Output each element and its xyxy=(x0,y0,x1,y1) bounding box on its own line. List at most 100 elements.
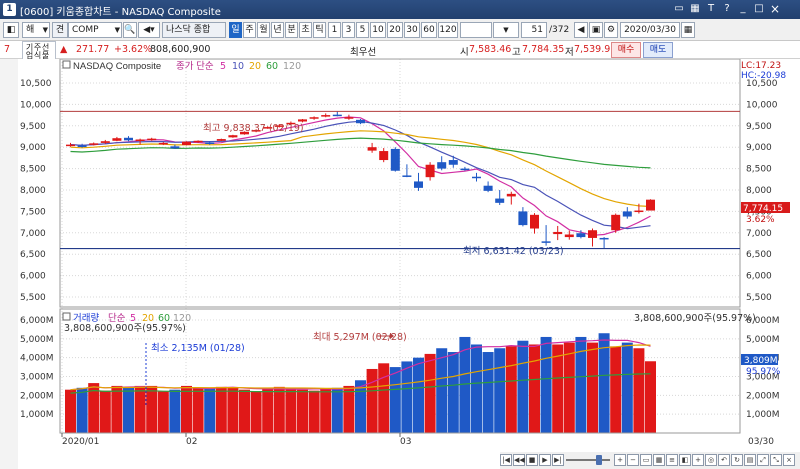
volume-bar xyxy=(540,336,552,433)
last-price-pct: 3.62% xyxy=(746,215,775,225)
interval-30[interactable]: 30 xyxy=(404,22,420,38)
print-icon[interactable]: ▤ xyxy=(744,454,756,466)
custom-interval-input[interactable] xyxy=(460,22,492,38)
interval-3[interactable]: 3 xyxy=(342,22,355,38)
tab-period-day[interactable]: 일 xyxy=(229,22,242,38)
window-grid-icon[interactable]: ▦ xyxy=(688,2,702,16)
date-input[interactable]: 2020/03/30 xyxy=(620,22,680,38)
volume-bar xyxy=(181,385,192,433)
help-icon[interactable]: ? xyxy=(720,2,734,16)
interval-5[interactable]: 5 xyxy=(356,22,369,38)
list-icon[interactable]: ≡ xyxy=(666,454,678,466)
refresh-icon[interactable]: ↻ xyxy=(731,454,743,466)
expand-icon[interactable]: ⤢ xyxy=(757,454,769,466)
undo-icon[interactable]: ↶ xyxy=(718,454,730,466)
volume-bar xyxy=(471,344,482,433)
interval-120[interactable]: 120 xyxy=(438,22,458,38)
tab-period-week[interactable]: 주 xyxy=(243,22,256,38)
candle-body xyxy=(518,211,528,226)
candle-body xyxy=(100,141,110,143)
search-icon[interactable]: 🔍 xyxy=(123,22,137,38)
scroll-left-icon[interactable]: ◀ xyxy=(574,22,588,38)
scroll-forward-icon[interactable]: ▶ xyxy=(539,454,551,466)
price-ma-label: 종가 단순 xyxy=(176,61,214,72)
candle-body xyxy=(564,234,574,238)
volume-bar xyxy=(169,389,181,433)
interval-60[interactable]: 60 xyxy=(421,22,437,38)
volume-left-note: 3,808,600,900주(95.97%) xyxy=(64,323,186,334)
zoom-slider-handle[interactable] xyxy=(596,455,602,465)
speaker-icon[interactable]: ◀▾ xyxy=(138,22,160,38)
interval-10[interactable]: 10 xyxy=(370,22,386,38)
calendar-icon[interactable]: ▦ xyxy=(681,22,695,38)
panel-icon[interactable]: ◧ xyxy=(679,454,691,466)
volume-bar xyxy=(227,387,239,433)
candle-body xyxy=(321,115,331,117)
tab-period-tick[interactable]: 틱 xyxy=(313,22,326,38)
tab-period-year[interactable]: 년 xyxy=(271,22,284,38)
candle-body xyxy=(495,198,505,203)
window-layout-icon[interactable]: ▭ xyxy=(672,2,686,16)
volume-bar xyxy=(146,385,158,433)
tab-period-second[interactable]: 초 xyxy=(299,22,312,38)
legend-checkbox[interactable] xyxy=(62,60,71,69)
minimize-icon[interactable]: _ xyxy=(736,2,750,16)
panel-toggle-icon[interactable]: ◧ xyxy=(3,22,19,38)
candle-body xyxy=(622,211,632,217)
up-triangle-icon: ▲ xyxy=(60,44,68,55)
volume-bar xyxy=(99,390,111,433)
crosshair-icon[interactable]: + xyxy=(692,454,704,466)
count-input[interactable]: 51 xyxy=(521,22,547,38)
last-volume-value: 3,809M xyxy=(744,356,778,366)
scroll-first-icon[interactable]: |◀ xyxy=(500,454,512,466)
type-label[interactable]: 견 xyxy=(52,22,68,38)
magnifier-icon[interactable]: ◎ xyxy=(705,454,717,466)
volume-bar xyxy=(297,389,308,433)
market-select[interactable]: 해 ▼ xyxy=(22,22,50,38)
sell-button[interactable]: 매도 xyxy=(643,42,673,58)
fit-icon[interactable]: ▭ xyxy=(640,454,652,466)
zoom-slider[interactable] xyxy=(566,459,610,461)
volume-tick-label-right: 5,000M xyxy=(746,335,780,345)
zoom-out-icon[interactable]: − xyxy=(627,454,639,466)
volume-legend-checkbox[interactable] xyxy=(62,312,71,321)
y-tick-label-left: 9,500 xyxy=(20,122,46,132)
buy-button[interactable]: 매수 xyxy=(611,42,641,58)
scroll-back-icon[interactable]: ◀◀ xyxy=(513,454,525,466)
candle-body xyxy=(228,135,238,138)
volume-tick-label-left: 1,000M xyxy=(20,410,54,420)
custom-interval-spinner[interactable]: ▼ xyxy=(493,22,519,38)
interval-20[interactable]: 20 xyxy=(387,22,403,38)
open-value: 7,583.46 xyxy=(469,44,512,55)
grid-icon[interactable]: ▦ xyxy=(653,454,665,466)
volume-bar xyxy=(413,357,424,433)
save-icon[interactable]: ▣ xyxy=(589,22,603,38)
tab-period-minute[interactable]: 분 xyxy=(285,22,298,38)
tab-period-month[interactable]: 월 xyxy=(257,22,270,38)
quote-volume: 808,600,900 xyxy=(150,44,211,55)
collapse-icon[interactable]: ⤡ xyxy=(770,454,782,466)
ma-5-label: 5 xyxy=(220,61,226,72)
symbol-input[interactable]: COMP ▼ xyxy=(68,22,122,38)
quote-price-left: 7 xyxy=(4,44,11,55)
y-tick-label-left: 10,500 xyxy=(20,79,52,89)
candle-body xyxy=(135,139,145,141)
chart-area[interactable]: 10,500 10,50010,000 10,0009,500 9,5009,000 9… xyxy=(0,59,800,469)
scroll-last-icon[interactable]: ▶| xyxy=(552,454,564,466)
settings-icon[interactable]: ⚙ xyxy=(604,22,618,38)
low-annotation: 최저 6,631.42 (03/23) xyxy=(463,246,564,257)
x-label-feb: 02 xyxy=(186,437,197,447)
y-tick-label-left: 8,500 xyxy=(20,165,46,175)
candle-body xyxy=(402,175,412,177)
y-tick-label-right: 9,000 xyxy=(746,143,772,153)
interval-1[interactable]: 1 xyxy=(328,22,341,38)
y-tick-label-left: 10,000 xyxy=(20,100,52,110)
stop-icon[interactable]: ■ xyxy=(526,454,538,466)
candle-body xyxy=(124,137,133,141)
font-size-icon[interactable]: T xyxy=(704,2,718,16)
maximize-icon[interactable]: □ xyxy=(752,2,766,16)
close-icon[interactable]: × xyxy=(768,2,782,16)
candle-body xyxy=(356,119,365,124)
close-panel-icon[interactable]: × xyxy=(783,454,795,466)
zoom-in-icon[interactable]: + xyxy=(614,454,626,466)
